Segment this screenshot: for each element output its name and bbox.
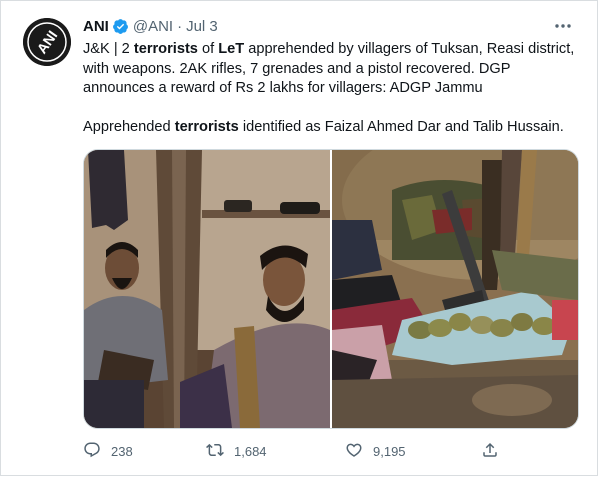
photo-apprehended-men[interactable]	[84, 150, 330, 428]
like-button[interactable]: 9,195	[345, 441, 406, 462]
tweet-date[interactable]: Jul 3	[186, 18, 218, 35]
text-bold-segment: terrorists	[133, 41, 198, 57]
verified-badge-icon	[112, 18, 129, 35]
tweet-paragraph-1: J&K | 2 terrorists of LeT apprehended by…	[83, 40, 583, 99]
tweet-actions-bar: 238 1,684 9,195	[83, 438, 577, 464]
tweet-header: ANI @ANI · Jul 3	[83, 14, 574, 38]
text-segment: of	[197, 41, 219, 57]
text-segment: identified as Faizal Ahmed Dar and Talib…	[238, 119, 564, 135]
author-handle[interactable]: @ANI	[133, 18, 173, 35]
text-segment: Apprehended	[83, 119, 175, 135]
tweet-paragraph-2: Apprehended terrorists identified as Fai…	[83, 118, 583, 138]
text-bold-segment: terrorists	[174, 119, 239, 135]
photo-recovered-weapons[interactable]	[332, 150, 578, 428]
author-name[interactable]: ANI	[83, 18, 109, 35]
reply-count: 238	[111, 443, 133, 459]
author-avatar[interactable]: ANI	[23, 18, 71, 66]
share-button[interactable]	[481, 441, 499, 462]
text-segment: J&K | 2	[83, 41, 134, 57]
share-icon	[481, 441, 499, 462]
tweet-media	[83, 149, 579, 429]
tweet-text: J&K | 2 terrorists of LeT apprehended by…	[83, 40, 583, 138]
retweet-icon	[206, 441, 224, 462]
ani-logo: ANI	[23, 18, 71, 66]
separator-dot: ·	[177, 17, 183, 35]
reply-button[interactable]: 238	[83, 441, 133, 462]
reply-icon	[83, 441, 101, 462]
like-count: 9,195	[373, 443, 406, 459]
heart-icon	[345, 441, 363, 462]
retweet-count: 1,684	[234, 443, 267, 459]
retweet-button[interactable]: 1,684	[206, 441, 267, 462]
text-bold-segment: LeT	[218, 41, 245, 57]
more-options-icon[interactable]	[552, 16, 574, 36]
